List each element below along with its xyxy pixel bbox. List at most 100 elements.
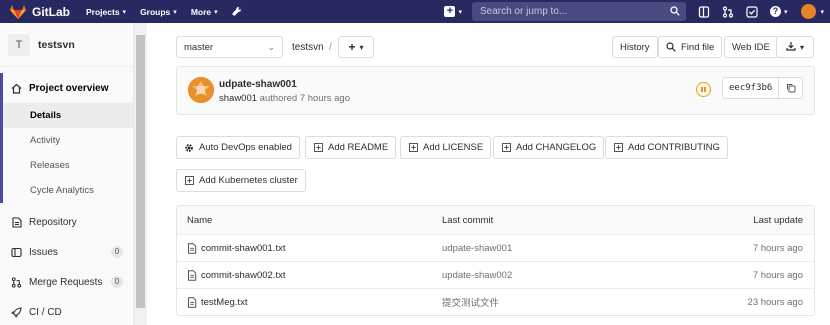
sidebar-item-label: Project overview bbox=[29, 82, 109, 94]
admin-wrench-icon[interactable] bbox=[232, 6, 244, 18]
merge-request-icon[interactable] bbox=[722, 5, 734, 18]
commit-author[interactable]: shaw001 bbox=[219, 93, 257, 104]
plus-icon: + bbox=[444, 6, 456, 17]
add-contributing-button[interactable]: Add CONTRIBUTING bbox=[605, 136, 728, 159]
chevron-down-icon[interactable]: ▾ bbox=[820, 8, 824, 16]
auto-devops-button[interactable]: Auto DevOps enabled bbox=[176, 136, 300, 159]
commit-authored-time: authored 7 hours ago bbox=[259, 93, 350, 104]
sidebar-sub-details[interactable]: Details bbox=[0, 103, 133, 128]
projects-menu[interactable]: Projects ▾ bbox=[86, 7, 126, 17]
file-last-commit[interactable]: 提交测试文件 bbox=[442, 295, 499, 309]
plus-square-icon bbox=[408, 143, 418, 153]
col-header-name: Name bbox=[187, 214, 213, 226]
sidebar-scrollbar[interactable] bbox=[134, 23, 147, 325]
todos-panel-icon[interactable] bbox=[698, 5, 710, 18]
project-name: testsvn bbox=[38, 38, 75, 51]
add-kubernetes-button[interactable]: Add Kubernetes cluster bbox=[176, 169, 306, 192]
sidebar-item-repository[interactable]: Repository bbox=[0, 207, 133, 237]
table-row[interactable]: commit-shaw002.txt update-shaw002 7 hour… bbox=[177, 261, 814, 288]
merge-request-icon bbox=[11, 276, 22, 288]
add-to-tree-dropdown[interactable]: + ▾ bbox=[338, 36, 374, 58]
sidebar-sub-cycle-analytics[interactable]: Cycle Analytics bbox=[0, 178, 133, 203]
commit-sha-group: eec9f3b6 bbox=[722, 77, 804, 99]
todo-check-icon[interactable] bbox=[746, 5, 758, 18]
web-ide-label: Web IDE bbox=[732, 41, 770, 53]
copy-sha-button[interactable] bbox=[779, 77, 804, 99]
sidebar-sub-releases[interactable]: Releases bbox=[0, 153, 133, 178]
table-row[interactable]: testMeg.txt 提交测试文件 23 hours ago bbox=[177, 288, 814, 315]
chevron-down-icon: ▾ bbox=[214, 8, 218, 16]
project-avatar: T bbox=[8, 33, 30, 56]
gitlab-home-link[interactable]: GitLab bbox=[10, 0, 70, 23]
add-license-label: Add LICENSE bbox=[423, 142, 484, 153]
file-name-cell[interactable]: testMeg.txt bbox=[187, 297, 247, 308]
add-license-button[interactable]: Add LICENSE bbox=[400, 136, 492, 159]
gitlab-logo-icon bbox=[10, 4, 26, 19]
file-last-update: 7 hours ago bbox=[752, 242, 803, 254]
add-contributing-label: Add CONTRIBUTING bbox=[628, 142, 720, 153]
add-readme-button[interactable]: Add README bbox=[305, 136, 397, 159]
chevron-down-icon: ▾ bbox=[783, 8, 788, 16]
sidebar-item-project-overview[interactable]: Project overview bbox=[0, 73, 133, 103]
commit-author-avatar[interactable] bbox=[188, 77, 214, 103]
file-tree-table: Name Last commit Last update commit-shaw… bbox=[176, 205, 815, 316]
merge-requests-count-badge: 0 bbox=[111, 276, 123, 288]
new-item-dropdown[interactable]: + ▾ bbox=[444, 6, 462, 17]
sidebar-item-ci-cd[interactable]: CI / CD bbox=[0, 297, 133, 325]
search-icon bbox=[670, 6, 680, 16]
sidebar-item-issues[interactable]: Issues 0 bbox=[0, 237, 133, 267]
file-last-update: 23 hours ago bbox=[747, 296, 803, 308]
web-ide-button[interactable]: Web IDE bbox=[724, 36, 778, 58]
table-row[interactable]: commit-shaw001.txt udpate-shaw001 7 hour… bbox=[177, 234, 814, 261]
file-icon bbox=[188, 269, 197, 281]
sidebar-sub-activity[interactable]: Activity bbox=[0, 128, 133, 153]
file-name: commit-shaw001.txt bbox=[201, 242, 286, 254]
search-input[interactable]: Search or jump to... bbox=[471, 2, 686, 21]
find-file-button[interactable]: Find file bbox=[658, 36, 723, 58]
file-name-cell[interactable]: commit-shaw002.txt bbox=[187, 270, 285, 281]
file-name-cell[interactable]: commit-shaw001.txt bbox=[187, 243, 285, 254]
home-icon bbox=[11, 83, 22, 94]
commit-sha[interactable]: eec9f3b6 bbox=[722, 77, 780, 99]
chevron-down-icon: ▾ bbox=[359, 42, 364, 52]
sidebar-project-header[interactable]: T testsvn bbox=[0, 23, 133, 67]
rocket-icon bbox=[11, 306, 22, 318]
commit-title[interactable]: udpate-shaw001 bbox=[219, 79, 297, 90]
sidebar-item-merge-requests[interactable]: Merge Requests 0 bbox=[0, 267, 133, 297]
add-changelog-button[interactable]: Add CHANGELOG bbox=[493, 136, 605, 159]
help-dropdown[interactable]: ? ▾ bbox=[769, 6, 788, 17]
more-menu-label: More bbox=[190, 6, 212, 17]
sidebar-item-label: Repository bbox=[29, 216, 77, 228]
col-header-last-update: Last update bbox=[753, 214, 803, 226]
find-file-label: Find file bbox=[681, 41, 715, 53]
chevron-down-icon: ▾ bbox=[122, 8, 127, 16]
file-icon bbox=[188, 296, 197, 308]
doc-icon bbox=[11, 216, 22, 228]
add-changelog-label: Add CHANGELOG bbox=[516, 142, 597, 153]
sidebar-item-label: Merge Requests bbox=[29, 276, 103, 288]
plus-square-icon bbox=[184, 176, 194, 186]
pipeline-status-icon[interactable] bbox=[696, 82, 711, 97]
copy-icon bbox=[786, 84, 796, 93]
projects-menu-label: Projects bbox=[86, 6, 120, 17]
file-last-update: 7 hours ago bbox=[752, 269, 803, 281]
more-menu[interactable]: More ▾ bbox=[191, 7, 218, 17]
gear-icon bbox=[184, 143, 194, 153]
sidebar-item-label: CI / CD bbox=[29, 306, 62, 318]
file-last-commit[interactable]: udpate-shaw001 bbox=[442, 243, 512, 254]
commit-meta: shaw001 authored 7 hours ago bbox=[219, 93, 350, 104]
branch-name: master bbox=[184, 41, 214, 53]
user-avatar[interactable] bbox=[801, 4, 817, 19]
file-last-commit[interactable]: update-shaw002 bbox=[442, 270, 512, 281]
history-label: History bbox=[620, 41, 650, 53]
download-icon bbox=[786, 41, 796, 54]
groups-menu[interactable]: Groups ▾ bbox=[140, 7, 177, 17]
scrollbar-thumb[interactable] bbox=[136, 35, 145, 308]
download-dropdown[interactable]: ▾ bbox=[776, 36, 814, 58]
file-name: commit-shaw002.txt bbox=[201, 269, 286, 281]
branch-dropdown[interactable]: master ⌄ bbox=[176, 36, 283, 58]
search-placeholder: Search or jump to... bbox=[479, 6, 568, 17]
top-navbar: GitLab Projects ▾ Groups ▾ More ▾ + ▾ Searc… bbox=[0, 0, 830, 23]
breadcrumb-project[interactable]: testsvn bbox=[292, 42, 324, 53]
history-button[interactable]: History bbox=[612, 36, 658, 58]
